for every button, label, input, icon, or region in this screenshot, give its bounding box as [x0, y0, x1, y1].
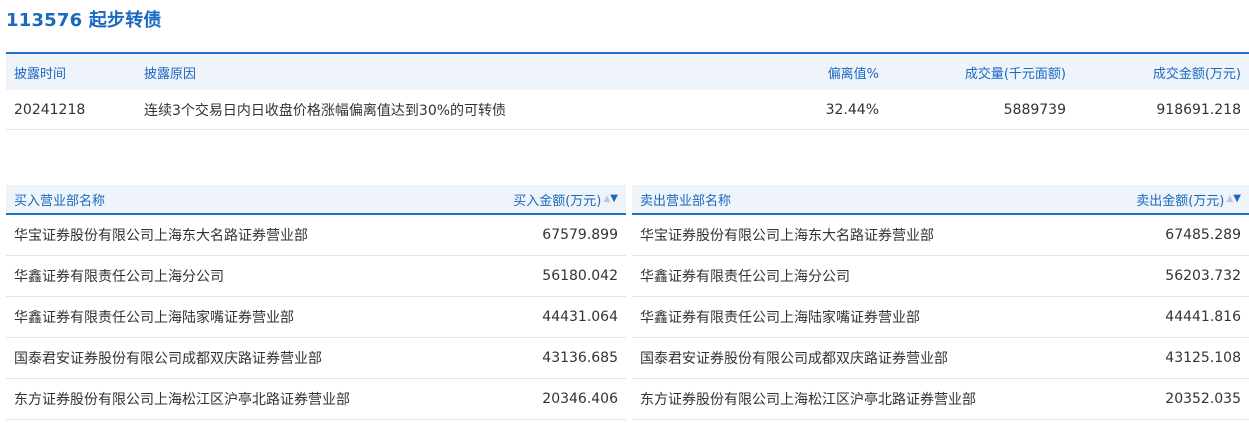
buy-broker-amount: 67579.899 [542, 227, 618, 243]
sort-up-down-icon[interactable]: ▲ ▼ [1226, 194, 1241, 204]
sort-up-down-icon[interactable]: ▲ ▼ [603, 194, 618, 204]
table-row: 华鑫证券有限责任公司上海分公司 56180.042 [6, 256, 626, 297]
buy-broker-amount: 44431.064 [542, 309, 618, 325]
table-row: 国泰君安证券股份有限公司成都双庆路证券营业部 43125.108 [632, 338, 1249, 379]
buy-brokers-table: 买入营业部名称 买入金额(万元) ▲ ▼ 华宝证券股份有限公司上海东大名路证券营业… [6, 185, 626, 420]
header-deviation: 偏离值% [827, 66, 879, 82]
buy-broker-name: 华鑫证券有限责任公司上海陆家嘴证券营业部 [14, 310, 294, 326]
sell-amount-header-label: 卖出金额(万元) [1136, 193, 1225, 209]
deviation-value: 32.44% [825, 101, 879, 118]
disclosure-time: 20241218 [14, 101, 86, 118]
sell-table-header: 卖出营业部名称 卖出金额(万元) ▲ ▼ [632, 185, 1249, 215]
disclosure-reason: 连续3个交易日内日收盘价格涨幅偏离值达到30%的可转债 [144, 102, 507, 119]
table-row: 东方证券股份有限公司上海松江区沪亭北路证券营业部 20346.406 [6, 379, 626, 420]
sell-broker-name: 华宝证券股份有限公司上海东大名路证券营业部 [640, 228, 934, 244]
sell-broker-amount: 43125.108 [1165, 350, 1241, 366]
header-amount: 成交金额(万元) [1152, 66, 1241, 82]
buy-table-header: 买入营业部名称 买入金额(万元) ▲ ▼ [6, 185, 626, 215]
amount-value: 918691.218 [1156, 101, 1241, 118]
header-volume: 成交量(千元面额) [964, 66, 1066, 82]
table-row: 华鑫证券有限责任公司上海陆家嘴证券营业部 44431.064 [6, 297, 626, 338]
buy-amount-sort-header[interactable]: 买入金额(万元) ▲ ▼ [513, 185, 618, 213]
sell-broker-name: 华鑫证券有限责任公司上海陆家嘴证券营业部 [640, 310, 920, 326]
sell-amount-sort-header[interactable]: 卖出金额(万元) ▲ ▼ [1136, 185, 1241, 213]
buy-broker-name: 华鑫证券有限责任公司上海分公司 [14, 269, 224, 285]
buy-broker-name: 东方证券股份有限公司上海松江区沪亭北路证券营业部 [14, 392, 350, 408]
disclosure-table-header: 披露时间 披露原因 偏离值% 成交量(千元面额) 成交金额(万元) [6, 52, 1249, 90]
table-row: 华鑫证券有限责任公司上海陆家嘴证券营业部 44441.816 [632, 297, 1249, 338]
sell-broker-amount: 20352.035 [1165, 391, 1241, 407]
page-title: 113576 起步转债 [6, 10, 162, 31]
header-disclosure-time: 披露时间 [14, 66, 67, 82]
table-row: 华宝证券股份有限公司上海东大名路证券营业部 67579.899 [6, 215, 626, 256]
buy-broker-name: 华宝证券股份有限公司上海东大名路证券营业部 [14, 228, 308, 244]
table-row: 华鑫证券有限责任公司上海分公司 56203.732 [632, 256, 1249, 297]
buy-name-header: 买入营业部名称 [14, 193, 106, 209]
disclosure-row: 20241218 连续3个交易日内日收盘价格涨幅偏离值达到30%的可转债 32.… [6, 90, 1249, 130]
sell-broker-name: 东方证券股份有限公司上海松江区沪亭北路证券营业部 [640, 392, 976, 408]
table-row: 华宝证券股份有限公司上海东大名路证券营业部 67485.289 [632, 215, 1249, 256]
buy-amount-header-label: 买入金额(万元) [513, 193, 602, 209]
table-row: 东方证券股份有限公司上海松江区沪亭北路证券营业部 20352.035 [632, 379, 1249, 420]
sell-broker-amount: 67485.289 [1165, 227, 1241, 243]
buy-broker-amount: 20346.406 [542, 391, 618, 407]
buy-broker-amount: 56180.042 [542, 268, 618, 284]
sell-broker-amount: 56203.732 [1165, 268, 1241, 284]
buy-broker-amount: 43136.685 [542, 350, 618, 366]
sell-broker-amount: 44441.816 [1165, 309, 1241, 325]
sell-brokers-table: 卖出营业部名称 卖出金额(万元) ▲ ▼ 华宝证券股份有限公司上海东大名路证券营业… [632, 185, 1249, 420]
header-disclosure-reason: 披露原因 [144, 66, 197, 82]
sell-broker-name: 国泰君安证券股份有限公司成都双庆路证券营业部 [640, 351, 948, 367]
buy-broker-name: 国泰君安证券股份有限公司成都双庆路证券营业部 [14, 351, 322, 367]
volume-value: 5889739 [1003, 101, 1066, 118]
sell-broker-name: 华鑫证券有限责任公司上海分公司 [640, 269, 850, 285]
table-row: 国泰君安证券股份有限公司成都双庆路证券营业部 43136.685 [6, 338, 626, 379]
sell-name-header: 卖出营业部名称 [640, 193, 732, 209]
